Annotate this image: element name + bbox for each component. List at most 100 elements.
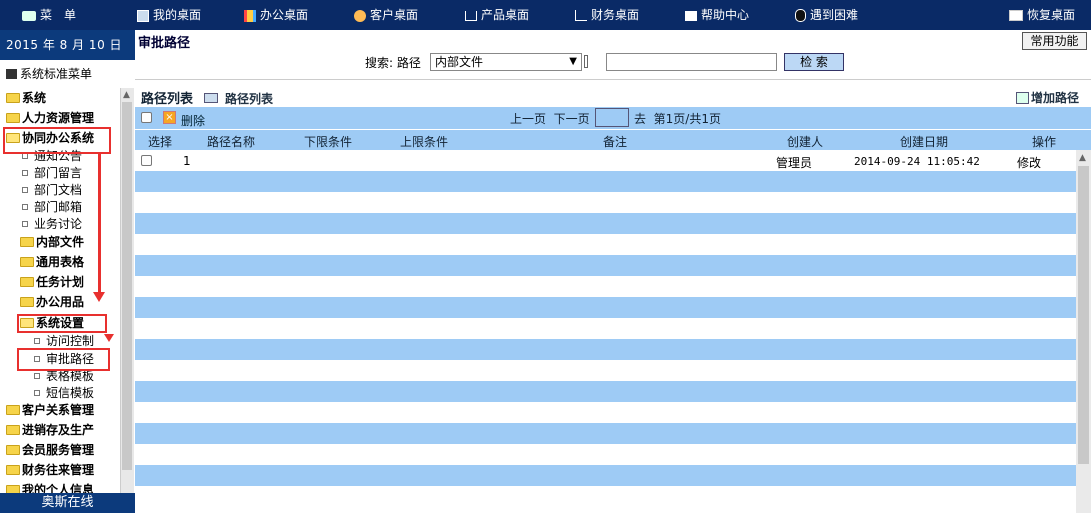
menu-item-label: 办公用品 <box>36 295 85 309</box>
nav-product-desktop[interactable]: 产品桌面 <box>465 0 529 30</box>
table-row <box>135 255 1076 276</box>
menu-item-label: 部门留言 <box>34 166 83 180</box>
highlight-box <box>17 348 110 371</box>
menu-item-system[interactable]: 系统 <box>0 89 120 108</box>
sidebar-scroll-thumb[interactable] <box>122 102 132 470</box>
nav-restore-desktop[interactable]: 恢复桌面 <box>1009 0 1075 30</box>
menu-item-finance[interactable]: 财务往来管理 <box>0 461 120 480</box>
go-label[interactable]: 去 <box>634 112 646 126</box>
row-checkbox[interactable] <box>141 155 152 166</box>
folder-icon <box>6 465 20 475</box>
table-row <box>135 465 1076 486</box>
table-row <box>135 276 1076 297</box>
menu-item-label: 通用表格 <box>36 255 85 269</box>
nav-trouble[interactable]: 遇到困难 <box>795 0 858 30</box>
small-box <box>584 55 588 68</box>
top-bar: 菜 单 我的桌面 办公桌面 客户桌面 产品桌面 财务桌面 帮助中心 遇到困难 恢… <box>0 0 1091 30</box>
nav-office-desktop[interactable]: 办公桌面 <box>244 0 308 30</box>
window-icon <box>1009 10 1023 21</box>
menu-item-sms-template[interactable]: 短信模板 <box>0 385 120 402</box>
folder-icon <box>6 405 20 415</box>
col-path-name: 路径名称 <box>207 135 256 149</box>
arrow-line <box>98 154 101 294</box>
nav-help-center[interactable]: 帮助中心 <box>685 0 749 30</box>
scroll-up-icon[interactable]: ▲ <box>1079 153 1086 163</box>
col-operation: 操作 <box>1032 135 1057 149</box>
highlight-box <box>3 127 111 154</box>
path-list-link[interactable]: 路径列表 <box>225 90 273 107</box>
delete-button[interactable]: 删除 <box>181 112 205 129</box>
search-button[interactable]: 检 索 <box>784 53 844 71</box>
table-row <box>135 171 1076 192</box>
table-row <box>135 381 1076 402</box>
menu-item-label: 任务计划 <box>36 275 85 289</box>
table-row <box>135 297 1076 318</box>
folder-icon <box>6 445 20 455</box>
search-label: 搜索: 路径 <box>365 56 421 70</box>
delete-icon[interactable]: × <box>163 111 176 124</box>
menu-item-label: 短信模板 <box>46 386 95 400</box>
table-row <box>135 444 1076 465</box>
prev-page-link[interactable]: 上一页 <box>510 112 546 126</box>
folder-icon <box>6 425 20 435</box>
menu-item-dept-mail[interactable]: 部门邮箱 <box>0 199 120 216</box>
menu-item-hr[interactable]: 人力资源管理 <box>0 109 120 128</box>
table-row <box>135 360 1076 381</box>
bullet-icon <box>34 338 40 344</box>
add-icon <box>1016 92 1029 104</box>
trend-icon <box>575 10 587 21</box>
menu-back-icon <box>22 10 36 21</box>
col-lower-limit: 下限条件 <box>304 135 353 149</box>
scroll-up-icon[interactable]: ▲ <box>123 90 130 100</box>
menu-item-dept-message[interactable]: 部门留言 <box>0 165 120 182</box>
penguin-icon <box>795 9 806 22</box>
menu-item-forms[interactable]: 通用表格 <box>0 253 120 272</box>
row-creator: 管理员 <box>776 156 813 170</box>
menu-item-personal[interactable]: 我的个人信息 <box>0 481 120 493</box>
menu-item-label: 我的个人信息 <box>22 483 95 493</box>
next-page-link[interactable]: 下一页 <box>554 112 590 126</box>
menu-item-label: 访问控制 <box>46 334 95 348</box>
table-row <box>135 423 1076 444</box>
menu-item-label: 财务往来管理 <box>22 463 95 477</box>
select-all-checkbox[interactable] <box>141 112 152 123</box>
menu-item-tasks[interactable]: 任务计划 <box>0 273 120 292</box>
table-row <box>135 234 1076 255</box>
chart-icon <box>244 9 256 22</box>
add-path-link[interactable]: 增加路径 <box>1031 89 1079 106</box>
menu-item-inventory[interactable]: 进销存及生产 <box>0 421 120 440</box>
nav-my-desktop[interactable]: 我的桌面 <box>137 0 201 30</box>
nav-label: 我的桌面 <box>153 8 202 22</box>
bullet-icon <box>22 170 28 176</box>
arrow-down-icon <box>93 292 105 302</box>
list-icon <box>204 93 218 103</box>
page-input[interactable] <box>595 108 629 127</box>
path-select[interactable]: 内部文件 ▼ <box>430 53 582 71</box>
menu-item-discussion[interactable]: 业务讨论 <box>0 216 120 233</box>
bullet-icon <box>22 187 28 193</box>
table-row <box>135 213 1076 234</box>
cart-icon <box>465 10 477 21</box>
folder-icon <box>6 113 20 123</box>
table-scroll-thumb[interactable] <box>1078 166 1089 464</box>
folder-icon <box>6 485 20 493</box>
bullet-icon <box>34 373 40 379</box>
nav-finance-desktop[interactable]: 财务桌面 <box>575 0 639 30</box>
quick-functions-button[interactable]: 常用功能 <box>1022 32 1087 50</box>
row-edit-link[interactable]: 修改 <box>1017 154 1041 171</box>
nav-label: 财务桌面 <box>591 8 640 22</box>
folder-icon <box>20 257 34 267</box>
menu-item-crm[interactable]: 客户关系管理 <box>0 401 120 420</box>
nav-customer-desktop[interactable]: 客户桌面 <box>354 0 418 30</box>
menu-item-dept-docs[interactable]: 部门文档 <box>0 182 120 199</box>
menu-heading-label: 系统标准菜单 <box>20 67 93 81</box>
highlight-box <box>17 314 107 333</box>
nav-label: 遇到困难 <box>810 8 859 22</box>
menu-item-internal-files[interactable]: 内部文件 <box>0 233 120 252</box>
menu-item-member[interactable]: 会员服务管理 <box>0 441 120 460</box>
col-created-date: 创建日期 <box>900 135 949 149</box>
menu-toggle[interactable]: 菜 单 <box>22 0 76 30</box>
folder-icon <box>20 277 34 287</box>
search-input[interactable] <box>606 53 777 71</box>
nav-label: 产品桌面 <box>481 8 530 22</box>
